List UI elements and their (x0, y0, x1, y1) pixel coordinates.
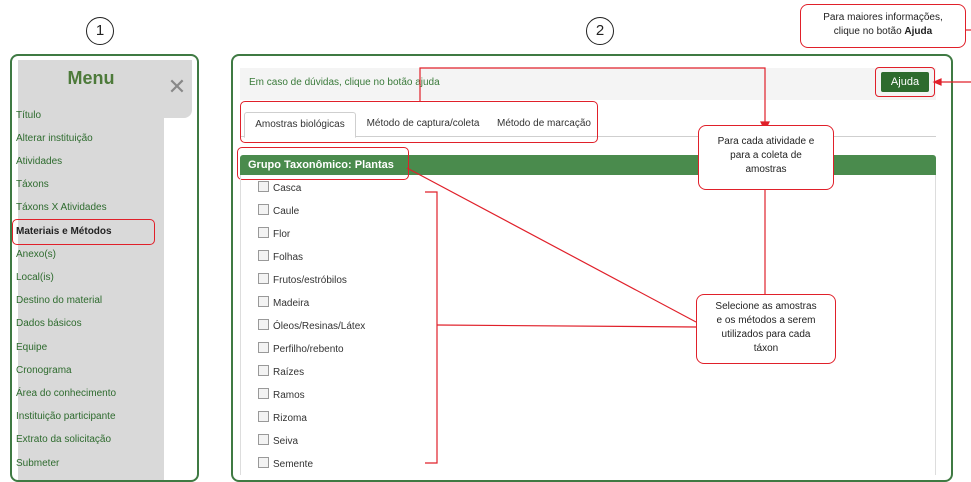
callout-select-line1: Selecione as amostras (715, 301, 817, 312)
samples-bracket (425, 191, 438, 464)
callout-help-line2: clique no botão Ajuda (801, 25, 965, 39)
callout-select-line4: táxon (753, 343, 779, 354)
arrow-head (932, 78, 942, 86)
callout-select-line3: utilizados para cada (721, 329, 811, 340)
callout-select: Selecione as amostras e os métodos a ser… (696, 294, 836, 364)
connector-tabs (419, 67, 766, 125)
connector-group (406, 167, 697, 323)
callout-select-line2: e os métodos a serem (716, 315, 816, 326)
callout-help-bold: Ajuda (904, 26, 933, 37)
callout-help-text: clique no botão (833, 26, 905, 37)
callout-activity-line1: Para cada atividade e (717, 136, 815, 147)
callout-help-line1: Para maiores informações, (823, 12, 943, 23)
callout-help: Para maiores informações, clique no botã… (800, 4, 966, 48)
callout-activity: Para cada atividade e para a coleta de a… (698, 125, 834, 190)
callout-activity-line2: para a coleta de (730, 150, 802, 161)
connector-samples (436, 324, 697, 328)
callout-activity-line3: amostras (745, 164, 787, 175)
annotation-lines (406, 29, 971, 464)
